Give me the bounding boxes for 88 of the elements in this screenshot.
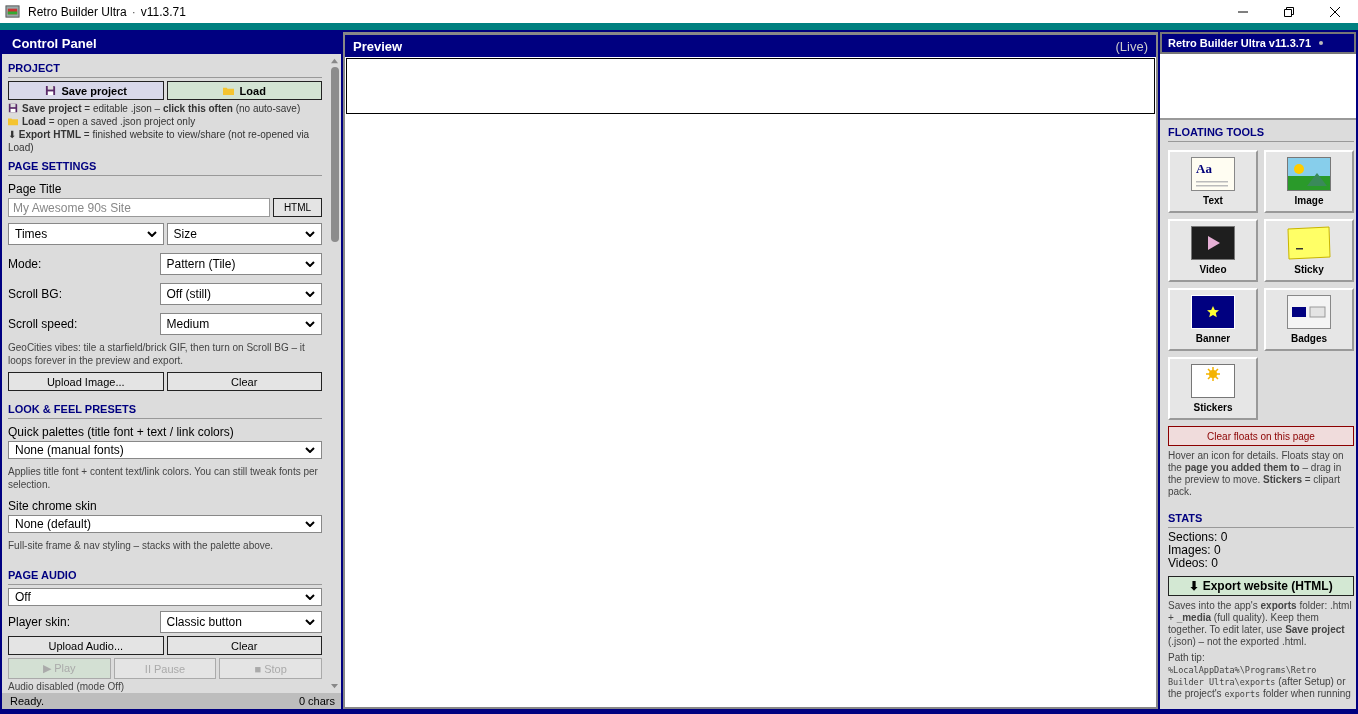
window-version: v11.3.71	[140, 4, 186, 19]
scrollbar-thumb[interactable]	[330, 67, 339, 242]
sticky-note-icon	[1287, 226, 1331, 260]
size-dropdown[interactable]: Size	[166, 223, 322, 245]
text-icon: Aa	[1191, 157, 1235, 191]
stickers-tool-button[interactable]: Stickers	[1168, 357, 1258, 420]
load-button[interactable]: Load	[166, 81, 322, 100]
skin-dropdown[interactable]: None (default)	[8, 515, 322, 533]
maximize-icon[interactable]	[1284, 6, 1294, 17]
help-text: Save project = editable .json – click this often (no auto-save)	[22, 103, 301, 114]
sun-sticker-icon	[1191, 364, 1235, 398]
window-title: Retro Builder Ultra	[28, 4, 127, 19]
badges-icon	[1287, 295, 1331, 329]
field-label: Mode:	[8, 257, 43, 271]
setting-dropdown[interactable]: Pattern (Tile)	[159, 253, 322, 275]
chevron-down-icon	[146, 231, 157, 237]
html-button[interactable]: HTML	[273, 198, 322, 217]
audio-mode-dropdown[interactable]: Off	[8, 588, 322, 606]
field-label: Site chrome skin	[8, 499, 98, 513]
banner-tool-button[interactable]: Banner	[1168, 288, 1258, 351]
section-heading: STATS	[1168, 506, 1354, 528]
help-text: Audio disabled (mode Off)	[8, 680, 125, 693]
help-text: Full-site frame & nav styling – stacks with the palette above.	[8, 539, 275, 552]
help-text: Hover an icon for details. Floats stay on the page you added them to – drag in the preview to move. Stickers = clipart pack.	[1168, 450, 1345, 498]
live-label: (Live)	[1115, 38, 1148, 54]
app-icon	[5, 4, 20, 19]
close-icon[interactable]	[1330, 6, 1340, 17]
export-website-button[interactable]: ⬇ Export website (HTML)	[1168, 576, 1354, 596]
field-label: Quick palettes (title font + text / link colors)	[8, 425, 235, 439]
floppy-icon	[44, 85, 56, 96]
help-text: ⬇ Export HTML = finished website to view/share (not re-opened via Load)	[8, 129, 310, 153]
badges-tool-button[interactable]: Badges	[1264, 288, 1354, 351]
save-project-button[interactable]: Save project	[8, 81, 164, 100]
upload-image-button[interactable]: Upload Image...	[8, 372, 164, 391]
palette-dropdown[interactable]: None (manual fonts)	[8, 441, 322, 459]
font-dropdown[interactable]: Times	[8, 223, 164, 245]
setting-dropdown[interactable]: Medium	[159, 313, 322, 335]
landscape-icon	[1287, 157, 1331, 191]
help-text: Applies title font + content text/link colors. You can still tweak fonts per selection.	[8, 465, 319, 491]
player-skin-dropdown[interactable]: Classic button	[159, 611, 322, 633]
help-text: GeoCities vibes: tile a starfield/brick GIF, then turn on Scroll BG – it loops forever in the preview and export.	[8, 341, 306, 367]
chevron-down-icon	[305, 594, 315, 600]
character-count: 0 chars	[298, 695, 335, 707]
help-text: Saves into the app's exports folder: .html + _media (full quality). Keep them together. To edit later, use Save project (.json) – not the exported .html.	[1168, 600, 1353, 648]
title-separator: ·	[131, 4, 136, 19]
section-heading: PAGE SETTINGS	[8, 154, 322, 176]
folder-icon	[8, 116, 18, 126]
scroll-up-icon[interactable]	[330, 57, 339, 64]
stat-line: Videos: 0	[1168, 557, 1219, 570]
chevron-down-icon	[305, 321, 315, 327]
clear-button[interactable]: Clear	[166, 636, 322, 655]
clear-button[interactable]: Clear	[166, 372, 322, 391]
path-tip-label: Path tip:	[1168, 652, 1206, 664]
section-heading: FLOATING TOOLS	[1168, 120, 1354, 142]
play-icon	[1191, 226, 1235, 260]
field-label: Page Title	[8, 182, 63, 196]
sticky-tool-button[interactable]: Sticky	[1264, 219, 1354, 282]
clear-floats-button[interactable]: Clear floats on this page	[1168, 426, 1354, 446]
image-tool-button[interactable]: Image	[1264, 150, 1354, 213]
upload-audio-button[interactable]: Upload Audio...	[8, 636, 164, 655]
setting-dropdown[interactable]: Off (still)	[159, 283, 322, 305]
field-label: Scroll BG:	[8, 287, 63, 301]
stat-line: Images: 0	[1168, 544, 1222, 557]
field-label: Scroll speed:	[8, 317, 79, 331]
chevron-down-icon	[305, 619, 315, 625]
scroll-down-icon[interactable]	[330, 683, 339, 690]
section-heading: PAGE AUDIO	[8, 563, 322, 585]
chevron-down-icon	[305, 231, 315, 237]
chevron-down-icon	[305, 291, 315, 297]
path-tip-text: %LocalAppData%\Programs\Retro Builder Ultra\exports (after Setup) or the project's exports folder when running	[1168, 664, 1352, 700]
section-heading: PROJECT	[8, 56, 322, 78]
page-title-field[interactable]: My Awesome 90s Site	[8, 198, 270, 217]
star-banner-icon	[1191, 295, 1235, 329]
help-text: Load = open a saved .json project only	[22, 116, 196, 127]
folder-icon	[222, 85, 234, 96]
section-heading: LOOK & FEEL PRESETS	[8, 397, 322, 419]
text-tool-button[interactable]: Aa Text	[1168, 150, 1258, 213]
chevron-down-icon	[305, 261, 315, 267]
preview-title: Preview	[353, 38, 403, 54]
video-tool-button[interactable]: Video	[1168, 219, 1258, 282]
chevron-down-icon	[305, 447, 315, 453]
chevron-down-icon	[305, 521, 315, 527]
floppy-icon	[8, 103, 18, 113]
panel-header: Control Panel	[2, 32, 341, 54]
field-label: Player skin:	[8, 615, 72, 629]
status-text: Ready.	[10, 695, 45, 707]
stat-line: Sections: 0	[1168, 531, 1229, 544]
app-badge: Retro Builder Ultra v11.3.71	[1160, 32, 1356, 54]
